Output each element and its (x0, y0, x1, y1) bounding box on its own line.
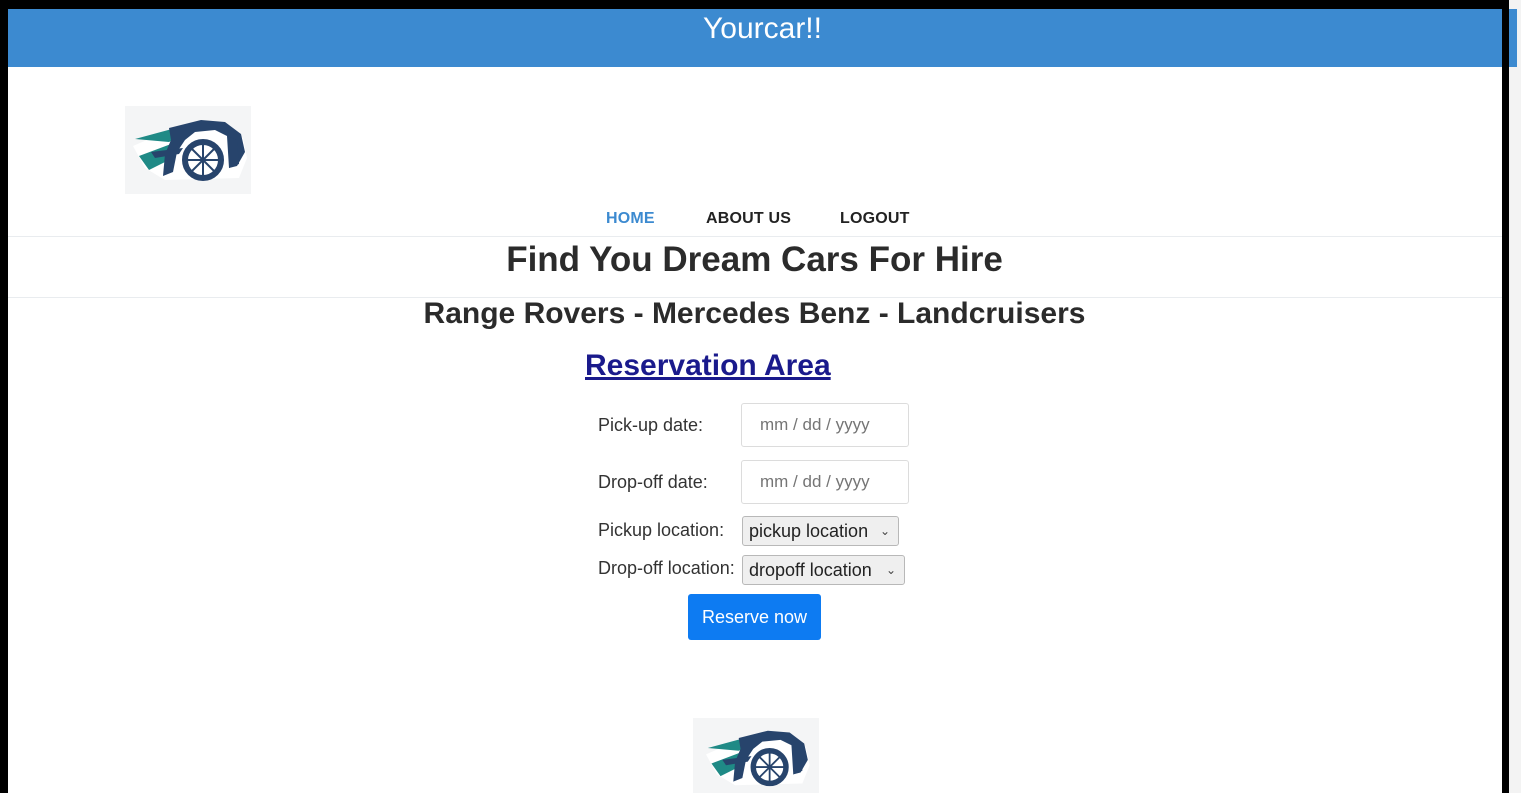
pickup-date-input[interactable] (741, 403, 909, 447)
reserve-now-button[interactable]: Reserve now (688, 594, 821, 640)
dropoff-date-input[interactable] (741, 460, 909, 504)
browser-viewport: Yourcar!! HOME ABOUT US LOGOUT Find You … (0, 0, 1521, 793)
nav-about-us-link[interactable]: ABOUT US (706, 210, 791, 228)
dropoff-location-label: Drop-off location: (598, 558, 735, 578)
frame-border (1502, 0, 1509, 793)
nav-logout-link[interactable]: LOGOUT (840, 210, 910, 228)
pickup-date-label: Pick-up date: (598, 415, 704, 435)
chevron-down-icon: ⌄ (885, 563, 896, 577)
pickup-location-select[interactable]: pickup location ⌄ (742, 516, 899, 546)
car-logo-icon[interactable] (125, 106, 251, 194)
pickup-location-label: Pickup location: (598, 520, 725, 540)
page-heading: Find You Dream Cars For Hire (506, 240, 1003, 279)
divider (8, 236, 1502, 237)
dropoff-location-select[interactable]: dropoff location ⌄ (742, 555, 905, 585)
site-title: Yourcar!! (703, 12, 822, 45)
nav-home-link[interactable]: HOME (606, 210, 655, 228)
dropoff-date-label: Drop-off date: (598, 472, 708, 492)
car-logo-icon (693, 718, 819, 793)
dropoff-location-value: dropoff location (749, 560, 872, 580)
main-nav: HOME ABOUT US LOGOUT (0, 210, 1509, 234)
site-header-bar: Yourcar!! (8, 9, 1517, 67)
pickup-location-value: pickup location (749, 521, 869, 541)
frame-border (0, 0, 1509, 9)
page-subheading: Range Rovers - Mercedes Benz - Landcruis… (423, 297, 1086, 330)
reservation-area-title[interactable]: Reservation Area (585, 349, 831, 383)
frame-border (0, 0, 8, 793)
scrollbar-track[interactable] (1509, 0, 1521, 793)
chevron-down-icon: ⌄ (879, 524, 890, 538)
